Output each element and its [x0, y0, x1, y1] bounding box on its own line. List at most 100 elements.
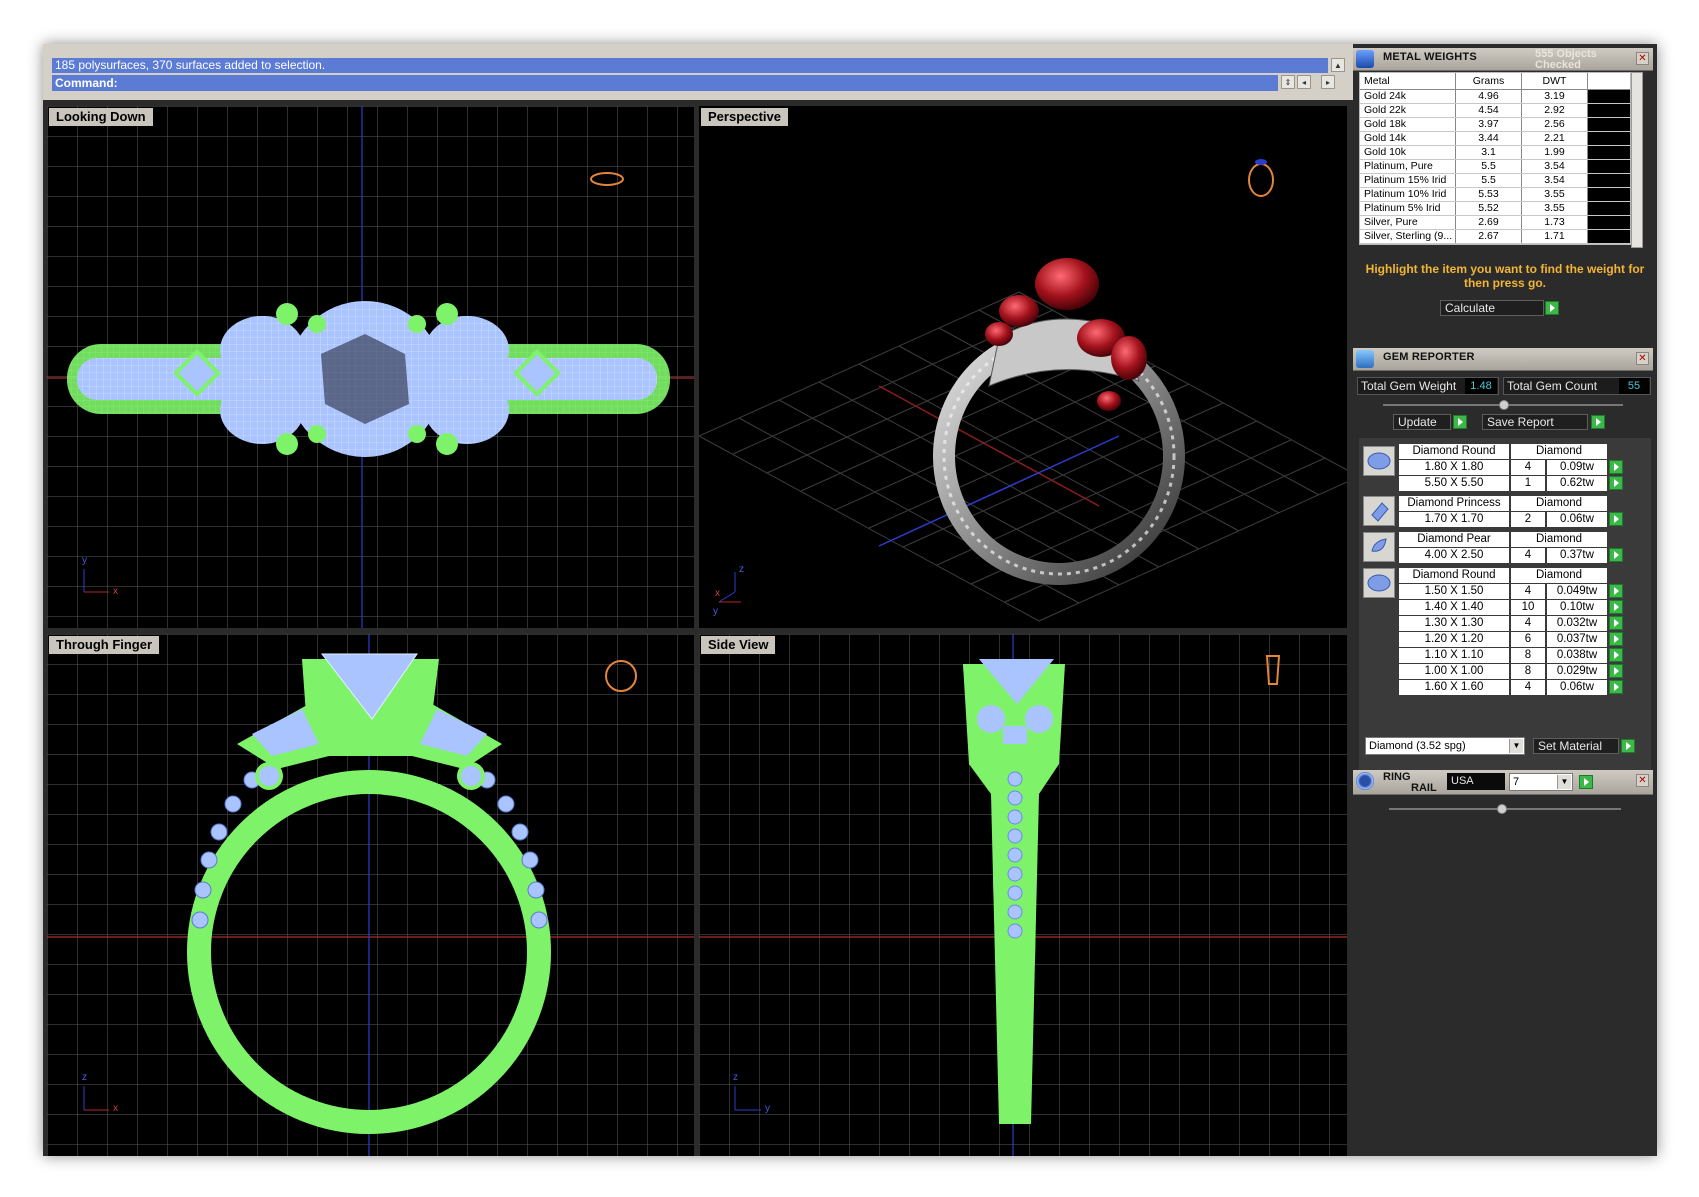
- grams-value: 4.96: [1456, 90, 1522, 103]
- command-spin-button[interactable]: ⇕: [1281, 75, 1295, 89]
- history-scroll-up-button[interactable]: ▲: [1331, 58, 1345, 72]
- calculate-go-button[interactable]: [1545, 301, 1559, 315]
- gem-row-go-button[interactable]: [1609, 632, 1623, 646]
- ring-persp-mini-icon: [1248, 163, 1274, 197]
- gem-size: 1.40 X 1.40: [1399, 600, 1509, 615]
- chevron-down-icon[interactable]: ▼: [1509, 739, 1523, 753]
- gem-row[interactable]: 1.30 X 1.30 4 0.032tw: [1359, 616, 1651, 631]
- table-row[interactable]: Silver, Sterling (9... 2.67 1.71: [1360, 230, 1630, 244]
- table-row[interactable]: Silver, Pure 2.69 1.73: [1360, 216, 1630, 230]
- table-row[interactable]: Platinum 10% Irid 5.53 3.55: [1360, 188, 1630, 202]
- row-spacer: [1588, 118, 1630, 131]
- column-header-grams[interactable]: Grams: [1456, 73, 1522, 89]
- gem-weight: 0.09tw: [1547, 460, 1607, 475]
- row-spacer: [1588, 132, 1630, 145]
- gem-row[interactable]: 1.20 X 1.20 6 0.037tw: [1359, 632, 1651, 647]
- viewport-looking-down[interactable]: Looking Down y x: [47, 106, 694, 628]
- front-view-canvas: [47, 634, 694, 1156]
- gem-material: Diamond: [1511, 496, 1607, 511]
- close-ring-rail-button[interactable]: ✕: [1636, 774, 1649, 787]
- viewport-label-through-finger[interactable]: Through Finger: [49, 636, 160, 654]
- grams-value: 5.53: [1456, 188, 1522, 201]
- ring-rail-go-button[interactable]: [1579, 775, 1593, 789]
- gem-row[interactable]: 1.70 X 1.70 2 0.06tw: [1359, 512, 1651, 527]
- command-area: 185 polysurfaces, 370 surfaces added to …: [43, 44, 1353, 100]
- gem-weight: 0.10tw: [1547, 600, 1607, 615]
- command-input[interactable]: Command:: [52, 75, 1278, 91]
- gem-row-go-button[interactable]: [1609, 648, 1623, 662]
- ring-size-value: 7: [1513, 776, 1520, 788]
- gem-row[interactable]: 1.40 X 1.40 10 0.10tw: [1359, 600, 1651, 615]
- table-row[interactable]: Gold 14k 3.44 2.21: [1360, 132, 1630, 146]
- gem-row-go-button[interactable]: [1609, 600, 1623, 614]
- ring-size-select[interactable]: 7 ▼: [1509, 773, 1573, 791]
- tool-panel: METAL WEIGHTS 555 Objects Checked ✕ Meta…: [1353, 44, 1657, 1156]
- viewport-perspective[interactable]: Perspective z x y: [699, 106, 1347, 628]
- center-ruby: [1035, 258, 1099, 310]
- material-select[interactable]: Diamond (3.52 spg) ▼: [1365, 737, 1525, 755]
- set-material-go-button[interactable]: [1621, 739, 1635, 753]
- gem-weight: 0.037tw: [1547, 632, 1607, 647]
- gem-size: 1.50 X 1.50: [1399, 584, 1509, 599]
- region-field[interactable]: USA: [1447, 773, 1505, 790]
- gem-weight: 0.06tw: [1547, 680, 1607, 695]
- update-go-button[interactable]: [1453, 415, 1467, 429]
- gem-row[interactable]: 1.50 X 1.50 4 0.049tw: [1359, 584, 1651, 599]
- update-button[interactable]: Update: [1393, 414, 1451, 430]
- close-gem-reporter-button[interactable]: ✕: [1636, 352, 1649, 365]
- gem-row-go-button[interactable]: [1609, 680, 1623, 694]
- metal-table-scrollbar[interactable]: [1631, 72, 1643, 248]
- gem-name: Diamond Pear: [1399, 532, 1509, 547]
- gem-row-go-button[interactable]: [1609, 476, 1623, 490]
- slider-knob[interactable]: [1497, 804, 1507, 814]
- command-prev-button[interactable]: ◂: [1297, 75, 1311, 89]
- gem-size: 1.10 X 1.10: [1399, 648, 1509, 663]
- gem-row-go-button[interactable]: [1609, 664, 1623, 678]
- viewport-label-perspective[interactable]: Perspective: [701, 108, 788, 126]
- gem-weight: 0.37tw: [1547, 548, 1607, 563]
- viewport-label-looking-down[interactable]: Looking Down: [49, 108, 153, 126]
- gem-row-go-button[interactable]: [1609, 548, 1623, 562]
- axis-label-y: y: [765, 1103, 770, 1114]
- grams-value: 3.1: [1456, 146, 1522, 159]
- gem-row-go-button[interactable]: [1609, 512, 1623, 526]
- column-header-dwt[interactable]: DWT: [1522, 73, 1588, 89]
- save-report-button[interactable]: Save Report: [1482, 414, 1588, 430]
- gem-row[interactable]: 1.10 X 1.10 8 0.038tw: [1359, 648, 1651, 663]
- dwt-value: 3.55: [1522, 202, 1588, 215]
- slider-knob[interactable]: [1499, 400, 1509, 410]
- table-row[interactable]: Platinum 15% Irid 5.5 3.54: [1360, 174, 1630, 188]
- table-row[interactable]: Gold 22k 4.54 2.92: [1360, 104, 1630, 118]
- app-window: 185 polysurfaces, 370 surfaces added to …: [43, 44, 1657, 1156]
- axis-label-z: z: [82, 1072, 87, 1083]
- gem-row-go-button[interactable]: [1609, 460, 1623, 474]
- gem-row-go-button[interactable]: [1609, 616, 1623, 630]
- metal-weights-titlebar: METAL WEIGHTS 555 Objects Checked ✕: [1353, 48, 1653, 71]
- viewport-label-side-view[interactable]: Side View: [701, 636, 776, 654]
- gem-group-header: Diamond Round Diamond: [1359, 568, 1651, 583]
- row-spacer: [1588, 202, 1630, 215]
- viewport-side-view[interactable]: Side View z y: [699, 634, 1347, 1156]
- row-spacer: [1588, 216, 1630, 229]
- gem-row[interactable]: 1.80 X 1.80 4 0.09tw: [1359, 460, 1651, 475]
- metal-name: Silver, Pure: [1360, 216, 1456, 229]
- command-next-button[interactable]: ▸: [1321, 75, 1335, 89]
- gem-row-go-button[interactable]: [1609, 584, 1623, 598]
- chevron-down-icon[interactable]: ▼: [1557, 775, 1571, 789]
- gem-row[interactable]: 1.00 X 1.00 8 0.029tw: [1359, 664, 1651, 679]
- save-report-go-button[interactable]: [1591, 415, 1605, 429]
- gem-row[interactable]: 4.00 X 2.50 4 0.37tw: [1359, 548, 1651, 563]
- calculate-button[interactable]: Calculate: [1440, 300, 1544, 316]
- gem-row[interactable]: 1.60 X 1.60 4 0.06tw: [1359, 680, 1651, 695]
- close-metal-weights-button[interactable]: ✕: [1636, 52, 1649, 65]
- table-row[interactable]: Gold 24k 4.96 3.19: [1360, 90, 1630, 104]
- table-row[interactable]: Gold 10k 3.1 1.99: [1360, 146, 1630, 160]
- gem-row[interactable]: 5.50 X 5.50 1 0.62tw: [1359, 476, 1651, 491]
- table-row[interactable]: Gold 18k 3.97 2.56: [1360, 118, 1630, 132]
- viewport-through-finger[interactable]: Through Finger z x: [47, 634, 694, 1156]
- table-row[interactable]: Platinum 5% Irid 5.52 3.55: [1360, 202, 1630, 216]
- set-material-button[interactable]: Set Material: [1533, 738, 1619, 754]
- table-row[interactable]: Platinum, Pure 5.5 3.54: [1360, 160, 1630, 174]
- column-header-metal[interactable]: Metal: [1360, 73, 1456, 89]
- metal-name: Silver, Sterling (9...: [1360, 230, 1456, 243]
